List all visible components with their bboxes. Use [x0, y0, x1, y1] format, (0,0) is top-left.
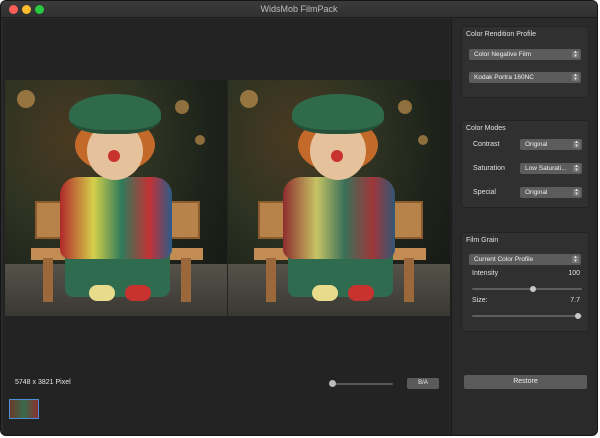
restore-button[interactable]: Restore [464, 375, 587, 389]
clown-nose [108, 150, 120, 162]
clown-jacket [283, 177, 395, 259]
profile-type-select[interactable]: Color Negative Film ▴ ▾ [469, 49, 581, 60]
window-title: WidsMob FilmPack [260, 4, 338, 14]
bokeh-light [17, 90, 35, 108]
bench-leg [266, 258, 276, 302]
chevron-updown-icon: ▴ ▾ [572, 255, 579, 263]
size-label: Size: [472, 297, 488, 304]
bokeh-light [418, 135, 428, 145]
grain-profile-value: Current Color Profile [474, 256, 534, 263]
bokeh-light [175, 100, 189, 114]
bench-leg [43, 258, 53, 302]
clown-jacket [60, 177, 172, 259]
contrast-label: Contrast [473, 141, 500, 148]
film-value: Kodak Portra 160NC [474, 74, 534, 81]
chevron-updown-icon: ▴ ▾ [573, 164, 580, 172]
app-window: WidsMob FilmPack 5748 x 3821 Pixel B/A C… [0, 0, 598, 436]
saturation-value: Low Saturati... [525, 165, 567, 172]
special-select[interactable]: Original ▴ ▾ [520, 187, 582, 198]
grain-profile-select[interactable]: Current Color Profile ▴ ▾ [469, 254, 581, 265]
saturation-select[interactable]: Low Saturati... ▴ ▾ [520, 163, 582, 174]
color-rendition-panel: Color Rendition Profile Color Negative F… [461, 26, 589, 98]
bokeh-light [240, 90, 258, 108]
film-grain-panel: Film Grain Current Color Profile ▴ ▾ Inte… [461, 232, 589, 332]
intensity-slider-track[interactable] [472, 288, 582, 290]
clown-hat [292, 94, 384, 134]
special-label: Special [473, 189, 496, 196]
special-value: Original [525, 189, 548, 196]
bench-leg [181, 258, 191, 302]
chevron-updown-icon: ▴ ▾ [572, 50, 579, 58]
image-dimensions: 5748 x 3821 Pixel [15, 379, 71, 386]
before-image[interactable] [5, 80, 227, 316]
size-slider-thumb[interactable] [574, 313, 581, 319]
film-grain-title: Film Grain [466, 237, 499, 244]
color-modes-panel: Color Modes Contrast Original ▴ ▾ Saturat… [461, 120, 589, 208]
color-modes-title: Color Modes [466, 125, 506, 132]
size-slider-track[interactable] [472, 315, 582, 317]
clown-shoe [348, 285, 374, 301]
intensity-slider-thumb[interactable] [529, 286, 536, 292]
clown-nose [331, 150, 343, 162]
sidebar-divider [451, 19, 452, 435]
chevron-updown-icon: ▴ ▾ [572, 73, 579, 81]
contrast-value: Original [525, 141, 548, 148]
image-thumbnail[interactable] [9, 399, 39, 419]
chevron-updown-icon: ▴ ▾ [573, 140, 580, 148]
title-bar: WidsMob FilmPack [1, 1, 597, 18]
film-select[interactable]: Kodak Portra 160NC ▴ ▾ [469, 72, 581, 83]
bokeh-light [195, 135, 205, 145]
intensity-value: 100 [568, 270, 580, 277]
clown-hat [69, 94, 161, 134]
after-image[interactable] [228, 80, 450, 316]
zoom-slider-thumb[interactable] [328, 380, 336, 387]
clown-shoe [89, 285, 115, 301]
saturation-label: Saturation [473, 165, 505, 172]
contrast-select[interactable]: Original ▴ ▾ [520, 139, 582, 150]
clown-shoe [312, 285, 338, 301]
clown-shoe [125, 285, 151, 301]
intensity-label: Intensity [472, 270, 499, 277]
zoom-slider-track[interactable] [329, 383, 393, 385]
before-after-button[interactable]: B/A [407, 378, 439, 389]
color-rendition-title: Color Rendition Profile [466, 31, 537, 38]
size-value: 7.7 [570, 297, 580, 304]
chevron-updown-icon: ▴ ▾ [573, 188, 580, 196]
bokeh-light [398, 100, 412, 114]
profile-type-value: Color Negative Film [474, 51, 532, 58]
bench-leg [404, 258, 414, 302]
